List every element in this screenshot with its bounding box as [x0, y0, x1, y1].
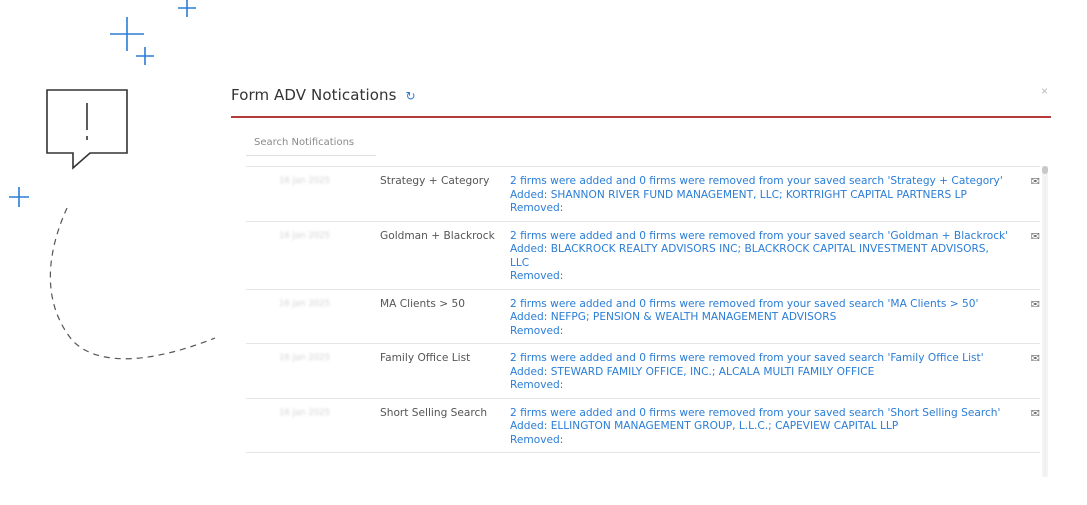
notification-row[interactable]: 16 Jan 2025 Strategy + Category 2 firms …: [246, 167, 1040, 222]
envelope-icon[interactable]: ✉: [1010, 407, 1040, 448]
envelope-icon[interactable]: ✉: [1010, 175, 1040, 216]
notification-list: 16 Jan 2025 Strategy + Category 2 firms …: [246, 166, 1040, 478]
refresh-icon[interactable]: ↻: [405, 89, 415, 103]
notification-message[interactable]: 2 firms were added and 0 firms were remo…: [510, 352, 1010, 393]
notification-removed: Removed:: [510, 379, 564, 391]
title-divider: [231, 116, 1051, 118]
notification-date: 16 Jan 2025: [279, 298, 330, 309]
notification-added: Added: BLACKROCK REALTY ADVISORS INC; BL…: [510, 243, 989, 269]
scrollbar-thumb[interactable]: [1042, 166, 1048, 174]
notification-summary: 2 firms were added and 0 firms were remo…: [510, 175, 1003, 187]
notification-added: Added: STEWARD FAMILY OFFICE, INC.; ALCA…: [510, 365, 875, 378]
notification-summary: 2 firms were added and 0 firms were remo…: [510, 297, 979, 310]
notification-summary: 2 firms were added and 0 firms were remo…: [510, 406, 1001, 419]
notification-date: 16 Jan 2025: [279, 353, 330, 363]
plus-icon: [9, 187, 29, 207]
envelope-icon[interactable]: ✉: [1010, 298, 1040, 339]
notification-message[interactable]: 2 firms were added and 0 firms were remo…: [510, 175, 1010, 216]
notification-added: Added: SHANNON RIVER FUND MANAGEMENT, LL…: [510, 188, 967, 201]
notification-removed: Removed:: [510, 324, 564, 337]
notification-added: Added: NEFPG; PENSION & WEALTH MANAGEMEN…: [510, 311, 837, 323]
notification-removed: Removed:: [510, 433, 564, 446]
saved-search-name: Short Selling Search: [380, 406, 488, 419]
notification-removed: Removed:: [510, 270, 564, 282]
saved-search-name: Strategy + Category: [380, 175, 490, 187]
notification-message[interactable]: 2 firms were added and 0 firms were remo…: [510, 407, 1010, 448]
plus-icon: [110, 17, 144, 51]
notification-date: 16 Jan 2025: [279, 230, 330, 241]
notification-row[interactable]: 16 Jan 2025 MA Clients > 50 2 firms were…: [246, 290, 1040, 344]
scrollbar-track: [1044, 176, 1046, 476]
notification-removed: Removed:: [510, 202, 564, 214]
saved-search-name: MA Clients > 50: [380, 297, 466, 310]
dashed-curve: [49, 207, 216, 360]
plus-icon: [136, 47, 154, 65]
saved-search-name: Family Office List: [380, 352, 471, 364]
scrollbar[interactable]: [1042, 166, 1048, 477]
envelope-icon[interactable]: ✉: [1010, 352, 1040, 393]
notification-date: 16 Jan 2025: [279, 407, 330, 418]
notification-added: Added: ELLINGTON MANAGEMENT GROUP, L.L.C…: [510, 420, 899, 432]
notification-message[interactable]: 2 firms were added and 0 firms were remo…: [510, 230, 1010, 284]
search-field: [246, 131, 378, 156]
notification-summary: 2 firms were added and 0 firms were remo…: [510, 352, 984, 364]
notification-summary: 2 firms were added and 0 firms were remo…: [510, 229, 1009, 242]
notification-row[interactable]: 16 Jan 2025 Short Selling Search 2 firms…: [246, 399, 1040, 453]
decorative-illustration: [9, 0, 216, 360]
close-icon[interactable]: ×: [1041, 84, 1048, 98]
modal-title: Form ADV Notications ↻: [231, 86, 416, 104]
notification-row[interactable]: 16 Jan 2025 Family Office List 2 firms w…: [246, 344, 1040, 399]
modal-title-text: Form ADV Notications: [231, 86, 397, 104]
notification-message[interactable]: 2 firms were added and 0 firms were remo…: [510, 298, 1010, 339]
envelope-icon[interactable]: ✉: [1010, 230, 1040, 284]
saved-search-name: Goldman + Blackrock: [380, 229, 495, 242]
chat-alert-icon: [46, 89, 128, 170]
notification-row[interactable]: 16 Jan 2025 Goldman + Blackrock 2 firms …: [246, 222, 1040, 290]
search-input[interactable]: [246, 131, 378, 153]
notification-date: 16 Jan 2025: [279, 176, 330, 186]
plus-icon: [178, 0, 196, 17]
